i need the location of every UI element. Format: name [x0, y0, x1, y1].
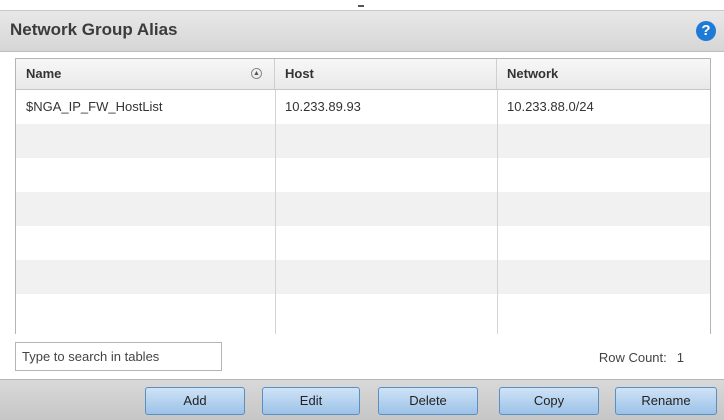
column-header-network[interactable]: Network: [497, 59, 710, 89]
panel-header: Network Group Alias ?: [0, 10, 724, 52]
table-search-input[interactable]: [15, 342, 222, 371]
row-count-value: 1: [676, 350, 684, 365]
help-icon[interactable]: ?: [696, 21, 716, 41]
column-header-name[interactable]: Name ▲: [16, 59, 275, 89]
cell-host: 10.233.89.93: [285, 99, 361, 114]
column-divider: [275, 90, 276, 334]
edit-button[interactable]: Edit: [262, 387, 360, 415]
empty-row: [16, 226, 710, 260]
delete-button[interactable]: Delete: [378, 387, 478, 415]
button-bar: Add Edit Delete Copy Rename: [0, 379, 724, 420]
row-count-label: Row Count:: [598, 350, 667, 365]
table-body: $NGA_IP_FW_HostList 10.233.89.93 10.233.…: [16, 90, 710, 334]
table-header: Name ▲ Host Network: [16, 59, 710, 90]
empty-row: [16, 294, 710, 328]
top-mark: [358, 5, 364, 7]
add-button[interactable]: Add: [145, 387, 245, 415]
sort-ascending-icon[interactable]: ▲: [251, 68, 262, 79]
empty-row: [16, 260, 710, 294]
empty-row: [16, 158, 710, 192]
column-header-host[interactable]: Host: [275, 59, 497, 89]
network-group-alias-panel: Network Group Alias ? Name ▲ Host Networ…: [0, 0, 724, 420]
empty-row: [16, 192, 710, 226]
rename-button[interactable]: Rename: [615, 387, 717, 415]
cell-network: 10.233.88.0/24: [507, 99, 594, 114]
cell-name: $NGA_IP_FW_HostList: [26, 99, 163, 114]
page-title: Network Group Alias: [10, 20, 178, 39]
table-row[interactable]: $NGA_IP_FW_HostList 10.233.89.93 10.233.…: [16, 90, 710, 124]
copy-button[interactable]: Copy: [499, 387, 599, 415]
alias-table: Name ▲ Host Network $NGA_IP_FW_HostList …: [15, 58, 711, 335]
empty-row: [16, 124, 710, 158]
column-divider: [497, 90, 498, 334]
row-count: Row Count: 1: [599, 350, 684, 365]
